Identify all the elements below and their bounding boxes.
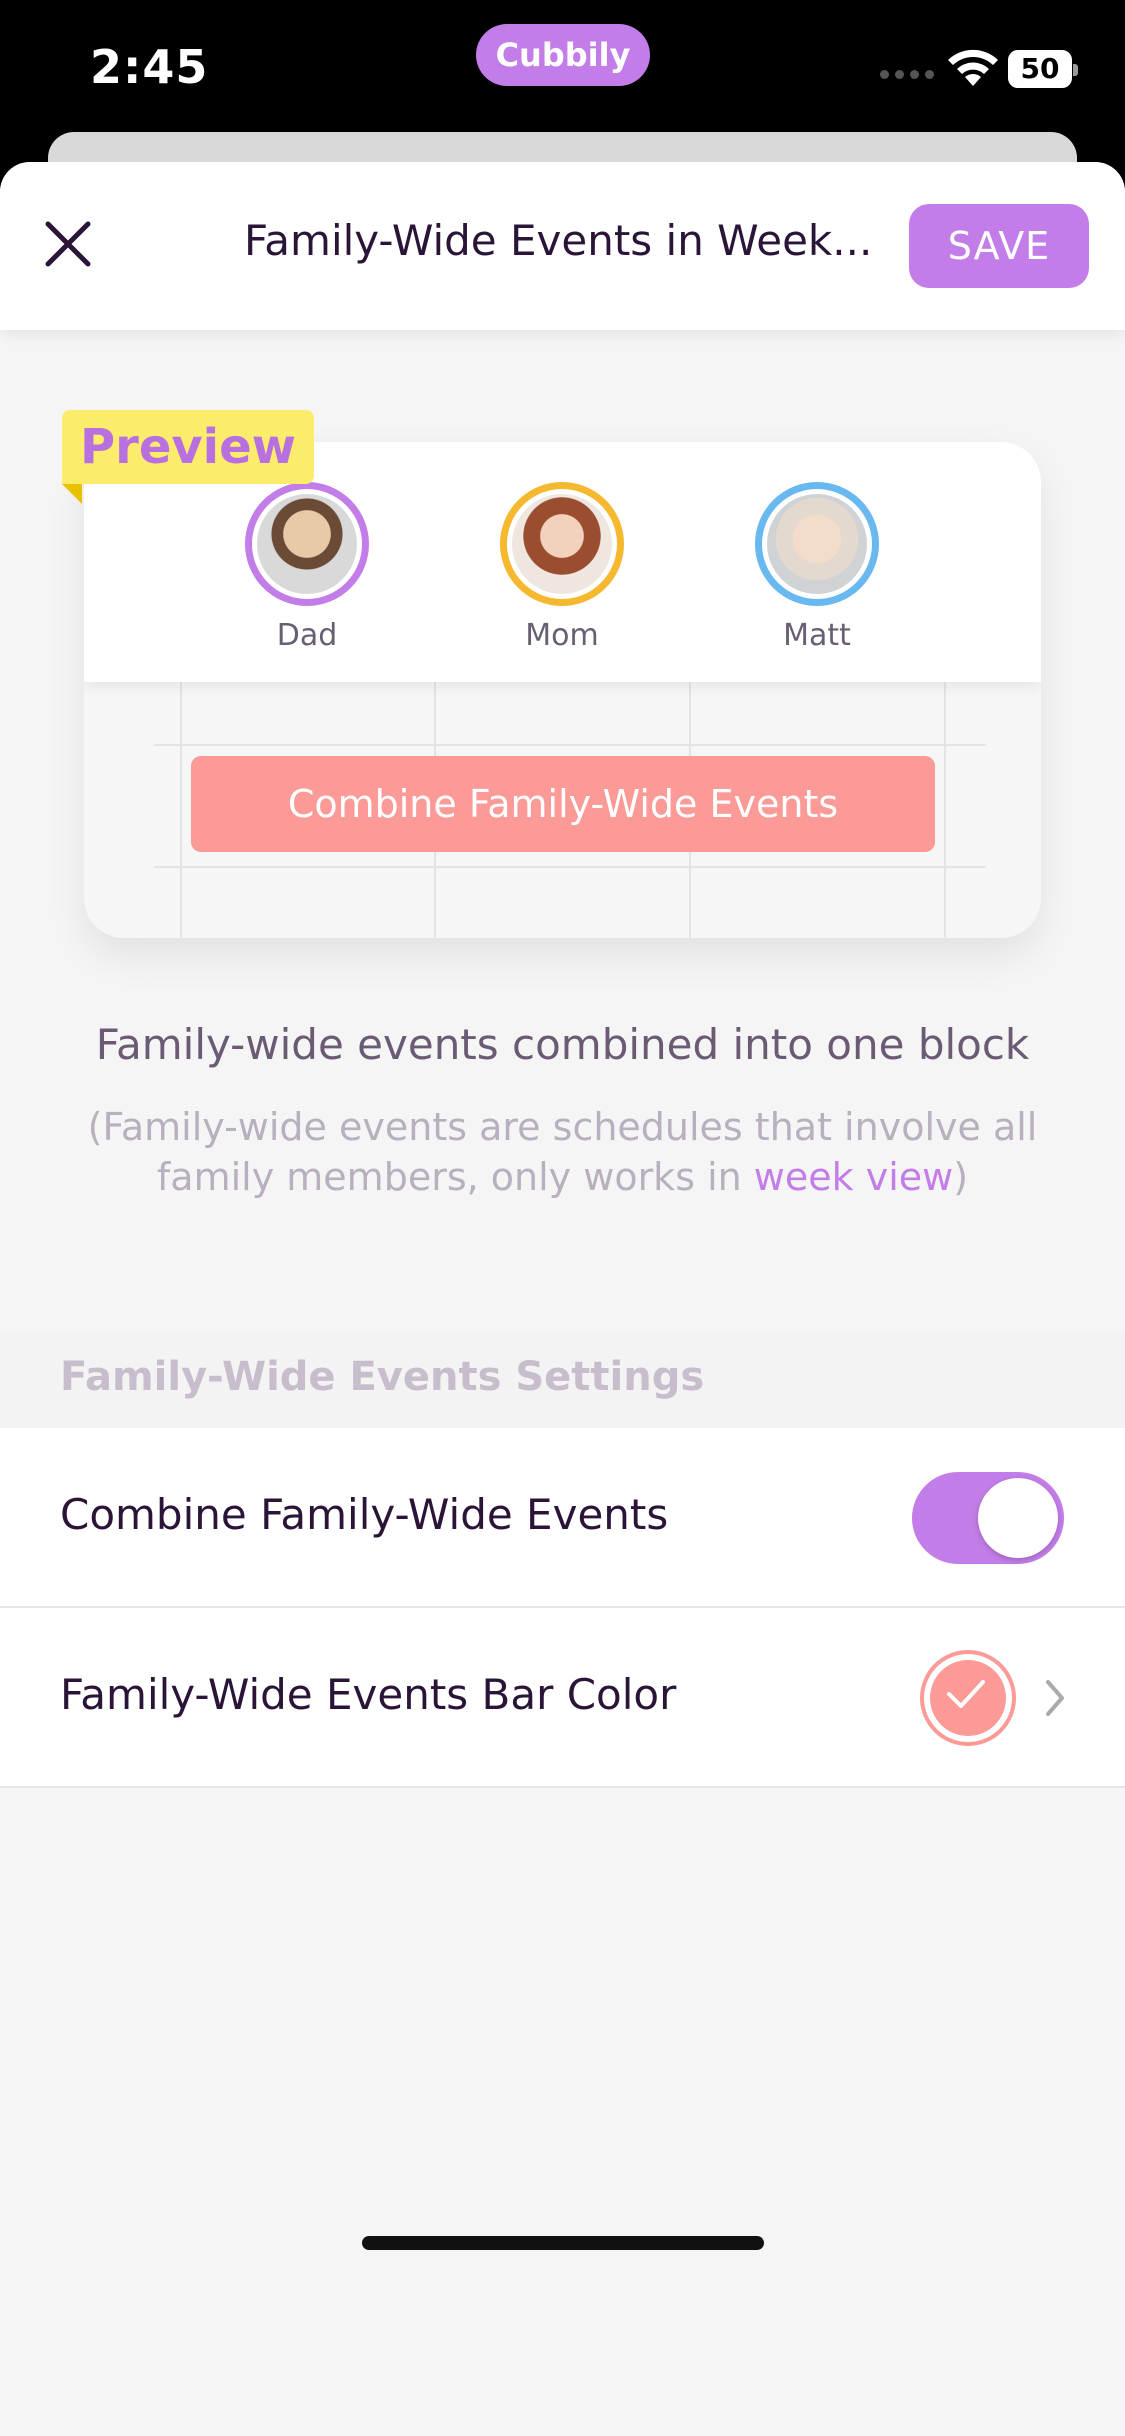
home-indicator[interactable] <box>362 2236 764 2250</box>
wifi-icon <box>948 49 998 86</box>
nav-bar: Family-Wide Events in Week... SAVE <box>0 162 1125 330</box>
grid-line <box>944 680 946 938</box>
battery-icon: 50 <box>1008 50 1078 88</box>
save-button[interactable]: SAVE <box>909 204 1089 288</box>
close-icon[interactable] <box>40 216 96 272</box>
status-time: 2:45 <box>90 40 209 94</box>
dad-photo <box>257 494 357 594</box>
member-matt: Matt <box>727 482 907 653</box>
member-name: Dad <box>276 618 338 653</box>
combine-events-label: Combine Family-Wide Events <box>60 1490 669 1539</box>
preview-tag-fold <box>62 484 82 504</box>
status-bar: 2:45 Cubbily 50 <box>0 0 1125 130</box>
description-subtitle: (Family-wide events are schedules that i… <box>80 1102 1045 1202</box>
checkmark-icon <box>947 1680 985 1708</box>
description-text-end: ) <box>953 1155 969 1199</box>
color-swatch-fill <box>930 1660 1006 1736</box>
member-dad: Dad <box>217 482 397 653</box>
mom-photo <box>512 494 612 594</box>
combined-events-bar: Combine Family-Wide Events <box>191 756 935 852</box>
avatar <box>245 482 369 606</box>
app-indicator-pill[interactable]: Cubbily <box>476 24 650 86</box>
member-name: Mom <box>525 618 599 653</box>
page-title: Family-Wide Events in Week... <box>244 216 873 265</box>
grid-line <box>154 866 986 868</box>
grid-line <box>154 744 986 746</box>
preview-tag: Preview <box>62 410 314 484</box>
cellular-signal-icon <box>880 70 934 79</box>
combine-events-toggle[interactable] <box>912 1472 1064 1564</box>
section-title: Family-Wide Events Settings <box>60 1354 705 1400</box>
toggle-knob <box>978 1478 1058 1558</box>
week-view-link[interactable]: week view <box>754 1155 953 1199</box>
avatar <box>755 482 879 606</box>
bar-color-row[interactable]: Family-Wide Events Bar Color <box>0 1608 1125 1788</box>
matt-photo <box>767 494 867 594</box>
settings-sheet: Family-Wide Events in Week... SAVE Dad M… <box>0 162 1125 2436</box>
member-mom: Mom <box>472 482 652 653</box>
avatar <box>500 482 624 606</box>
description-title: Family-wide events combined into one blo… <box>95 1020 1030 1069</box>
member-name: Matt <box>783 618 851 653</box>
grid-line <box>180 680 182 938</box>
combine-events-row: Combine Family-Wide Events <box>0 1428 1125 1608</box>
bar-color-label: Family-Wide Events Bar Color <box>60 1670 677 1719</box>
chevron-right-icon <box>1046 1680 1064 1716</box>
bar-color-swatch[interactable] <box>920 1650 1016 1746</box>
settings-section-header: Family-Wide Events Settings <box>0 1332 1125 1428</box>
preview-card: Dad Mom Matt <box>84 442 1041 938</box>
